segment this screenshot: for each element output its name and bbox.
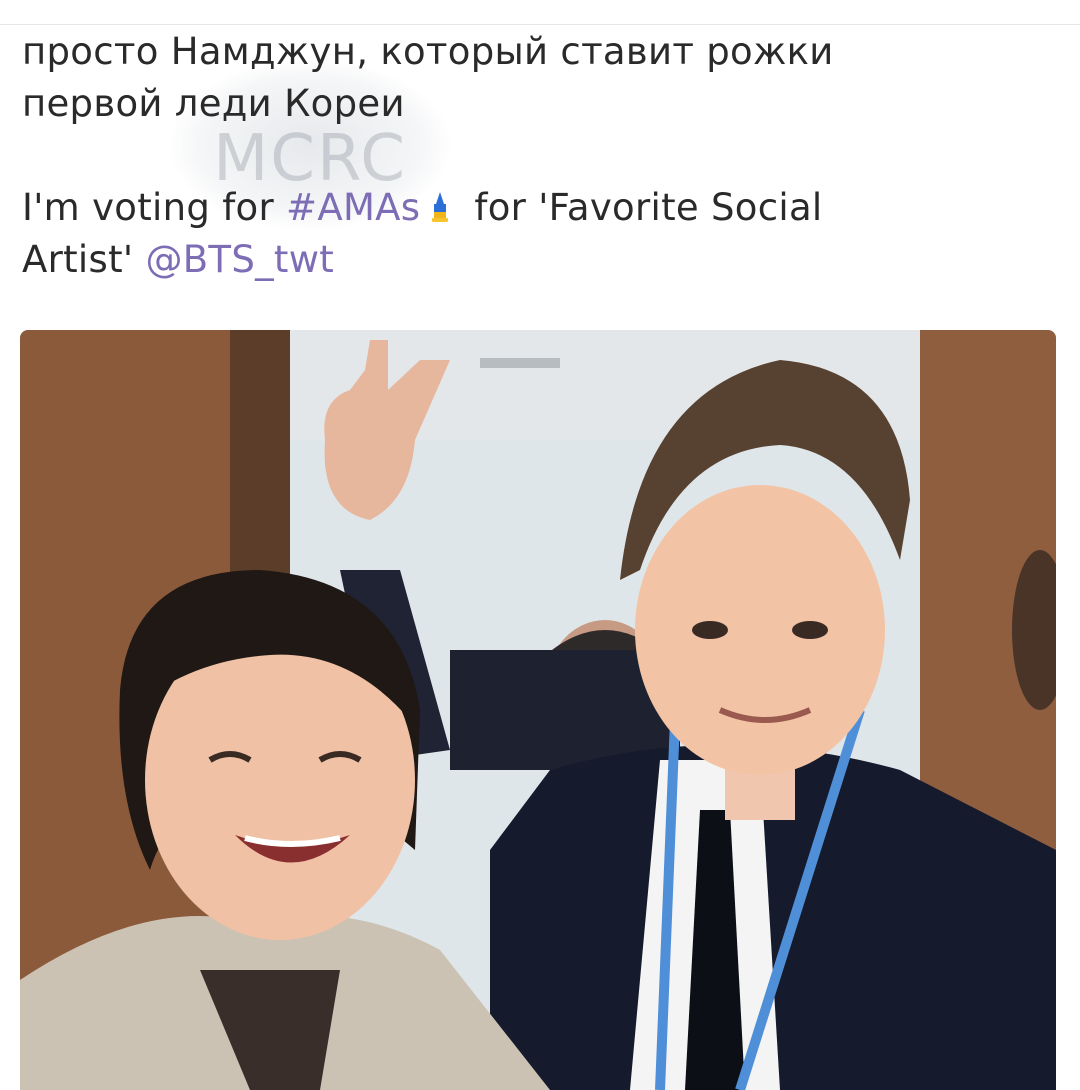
vote-line2-prefix: Artist' (22, 238, 146, 281)
vote-suffix: for 'Favorite Social (474, 186, 823, 229)
tweet-text: просто Намджун, который ставит рожки пер… (22, 26, 1022, 286)
man-face (635, 485, 885, 775)
vote-line-2: Artist' @BTS_twt (22, 234, 1022, 286)
photo-illustration (20, 330, 1056, 1090)
top-divider (0, 0, 1080, 25)
man-left-eye (692, 621, 728, 639)
vote-prefix: I'm voting for (22, 186, 287, 229)
ballot-pencil-icon (430, 186, 450, 222)
hashtag-link[interactable]: #AMAs (286, 186, 420, 229)
caption-line-2: первой леди Кореи (22, 82, 405, 125)
vote-line-1: I'm voting for #AMAs for 'Favorite Socia… (22, 182, 1022, 234)
ceiling-vent (480, 358, 560, 368)
caption-line-1: просто Намджун, который ставит рожки (22, 30, 834, 73)
tweet-photo[interactable] (20, 330, 1056, 1090)
mention-link[interactable]: @BTS_twt (145, 238, 334, 281)
man-right-eye (792, 621, 828, 639)
